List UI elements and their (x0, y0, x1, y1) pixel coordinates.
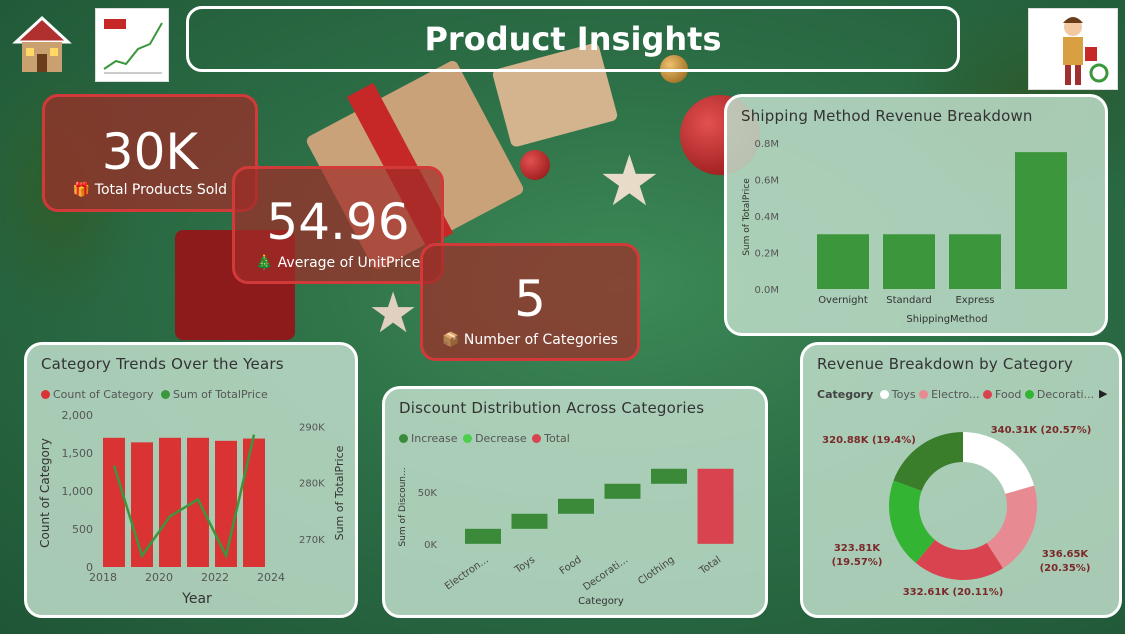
y-tick-label: 0.2M (754, 249, 779, 260)
data-label: (19.57%) (832, 557, 883, 568)
y-axis-label: Sum of TotalPrice (742, 178, 752, 256)
x-axis-label: ShippingMethod (906, 314, 987, 325)
y-axis-label: Count of Category (38, 438, 52, 548)
data-label: 323.81K (834, 543, 882, 554)
page-title: Product Insights (186, 6, 960, 72)
data-label: 336.65K (1042, 549, 1090, 560)
x-tick-label: 2020 (145, 571, 173, 584)
data-label: 332.61K (20.11%) (903, 587, 1004, 598)
kpi-label: 🎁 Total Products Sold (72, 182, 228, 198)
bar (131, 442, 153, 567)
bar (949, 234, 1001, 289)
kpi-label: 📦 Number of Categories (442, 332, 618, 348)
shopper-icon (1028, 8, 1118, 90)
x-tick-label: Total (697, 554, 723, 577)
category-trends-chart: 05001,0001,5002,000270K280K290K2018 2020 2… (38, 409, 346, 607)
kpi-value: 54.96 (266, 193, 410, 251)
y2-tick-label: 290K (299, 422, 325, 433)
shipping-method-panel: Shipping Method Revenue Breakdown 0.0M 0.… (724, 94, 1108, 336)
x-tick-label: Clothing (636, 554, 676, 587)
y-tick-label: 0.8M (754, 139, 779, 150)
ornament-decoration (520, 150, 550, 180)
x-tick-label: Express (955, 295, 994, 306)
y-tick-label: 0K (424, 540, 437, 551)
x-tick-label: Toys (512, 554, 537, 576)
bar (159, 437, 181, 567)
donut-slice (963, 432, 1035, 494)
x-tick-label: Standard (886, 295, 932, 306)
discount-distribution-panel: Discount Distribution Across Categories … (382, 386, 768, 618)
bar (604, 483, 641, 499)
bar (243, 438, 265, 567)
x-tick-label: Overnight (818, 295, 868, 306)
y-tick-label: 500 (72, 523, 93, 536)
star-decoration: ★ (368, 281, 419, 346)
x-tick-label: 2024 (257, 571, 285, 584)
y2-tick-label: 270K (299, 535, 325, 546)
x-axis-label: Category (578, 596, 624, 607)
shipping-method-chart: 0.0M 0.2M 0.4M 0.6M 0.8M Overnight Standard Exp… (742, 139, 1067, 325)
y-tick-label: 1,500 (62, 447, 94, 460)
y-tick-label: 0.0M (754, 285, 779, 296)
x-tick-label: 2018 (89, 571, 117, 584)
category-trends-panel: Category Trends Over the Years Count of … (24, 342, 358, 618)
bar (817, 234, 869, 289)
y-tick-label: 2,000 (62, 409, 94, 422)
x-tick-label: Food (558, 554, 584, 577)
y-tick-label: 0.6M (754, 176, 779, 187)
y-axis-label: Sum of Discoun... (398, 467, 408, 546)
bar (883, 234, 935, 289)
data-label: (20.35%) (1040, 563, 1091, 574)
data-label: 320.88K (19.4%) (822, 435, 916, 446)
x-tick-label: 2022 (201, 571, 229, 584)
kpi-label: 🎄 Average of UnitPrice (255, 255, 421, 271)
x-axis-label: Year (181, 591, 212, 607)
x-tick-label: Decorati... (581, 554, 630, 593)
y2-tick-label: 280K (299, 479, 325, 490)
house-icon (6, 6, 78, 78)
revenue-breakdown-panel: Revenue Breakdown by Category Category T… (800, 342, 1122, 618)
y-tick-label: 50K (418, 488, 438, 499)
discount-distribution-chart: 0K 50K Electron... Toys FoodDecorati... Cloth… (398, 467, 734, 607)
bar (103, 437, 125, 567)
y2-axis-label: Sum of TotalPrice (333, 445, 346, 540)
sleigh-chart-icon (95, 8, 169, 82)
x-tick-label: Electron... (443, 554, 491, 592)
y-tick-label: 1,000 (62, 485, 94, 498)
y-tick-label: 0.4M (754, 212, 779, 223)
kpi-number-of-categories: 5 📦 Number of Categories (420, 243, 640, 361)
kpi-value: 30K (101, 123, 199, 181)
revenue-breakdown-chart: 340.31K (20.57%) 336.65K (20.35%) 332.61K (… (822, 425, 1092, 598)
bar (697, 468, 734, 544)
data-label: 340.31K (20.57%) (991, 425, 1092, 436)
kpi-average-unitprice: 54.96 🎄 Average of UnitPrice (232, 166, 444, 284)
bar (465, 528, 501, 544)
bar (215, 440, 237, 567)
bar (651, 468, 687, 484)
bar (511, 513, 548, 529)
kpi-total-products: 30K 🎁 Total Products Sold (42, 94, 258, 212)
bar (1015, 152, 1067, 289)
bar (187, 437, 209, 567)
bar (558, 498, 594, 514)
star-decoration: ★ (598, 140, 661, 222)
kpi-value: 5 (514, 270, 546, 328)
